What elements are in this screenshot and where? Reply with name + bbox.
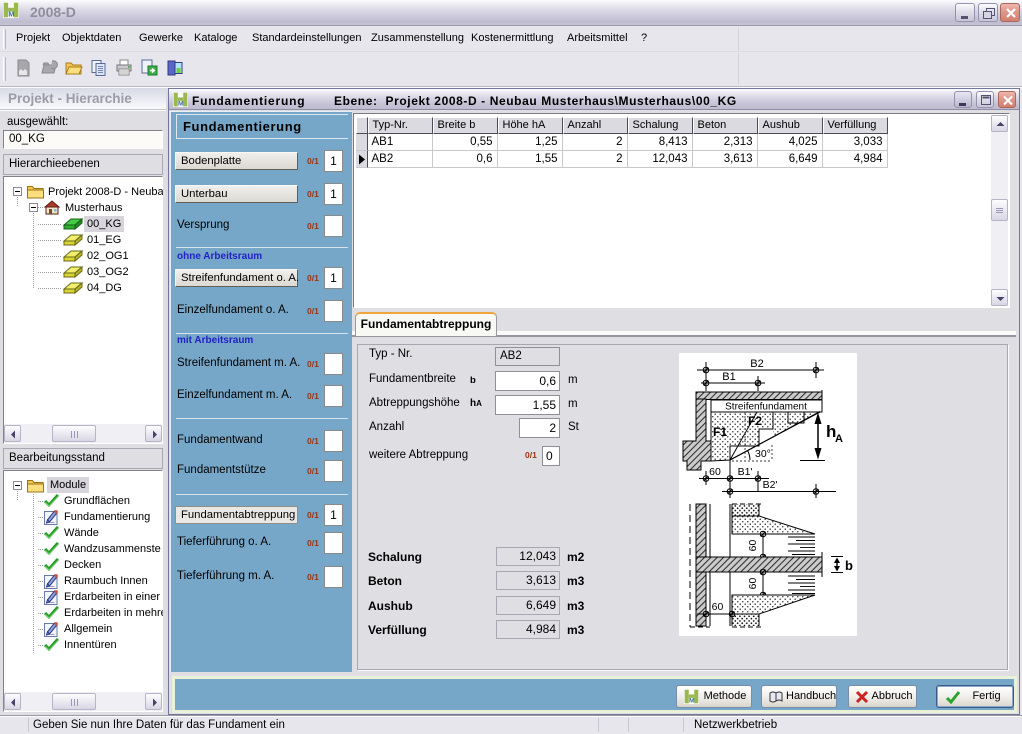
svg-text:M: M [178,101,184,107]
svg-text:A: A [835,433,843,445]
svg-text:B1': B1' [738,466,753,478]
svg-text:Streifenfundament: Streifenfundament [725,402,807,413]
svg-text:60: 60 [747,540,759,552]
svg-text:M: M [689,698,695,704]
svg-text:B2': B2' [763,479,778,491]
svg-text:60: 60 [747,578,759,590]
svg-text:60: 60 [712,601,724,613]
svg-text:F2: F2 [748,414,762,428]
svg-text:B1: B1 [722,371,735,383]
svg-text:B2: B2 [750,358,763,370]
svg-text:F1: F1 [713,425,727,439]
svg-text:M: M [8,10,14,18]
svg-text:60: 60 [709,466,721,478]
svg-text:30°: 30° [755,448,771,460]
svg-text:b: b [845,558,853,573]
